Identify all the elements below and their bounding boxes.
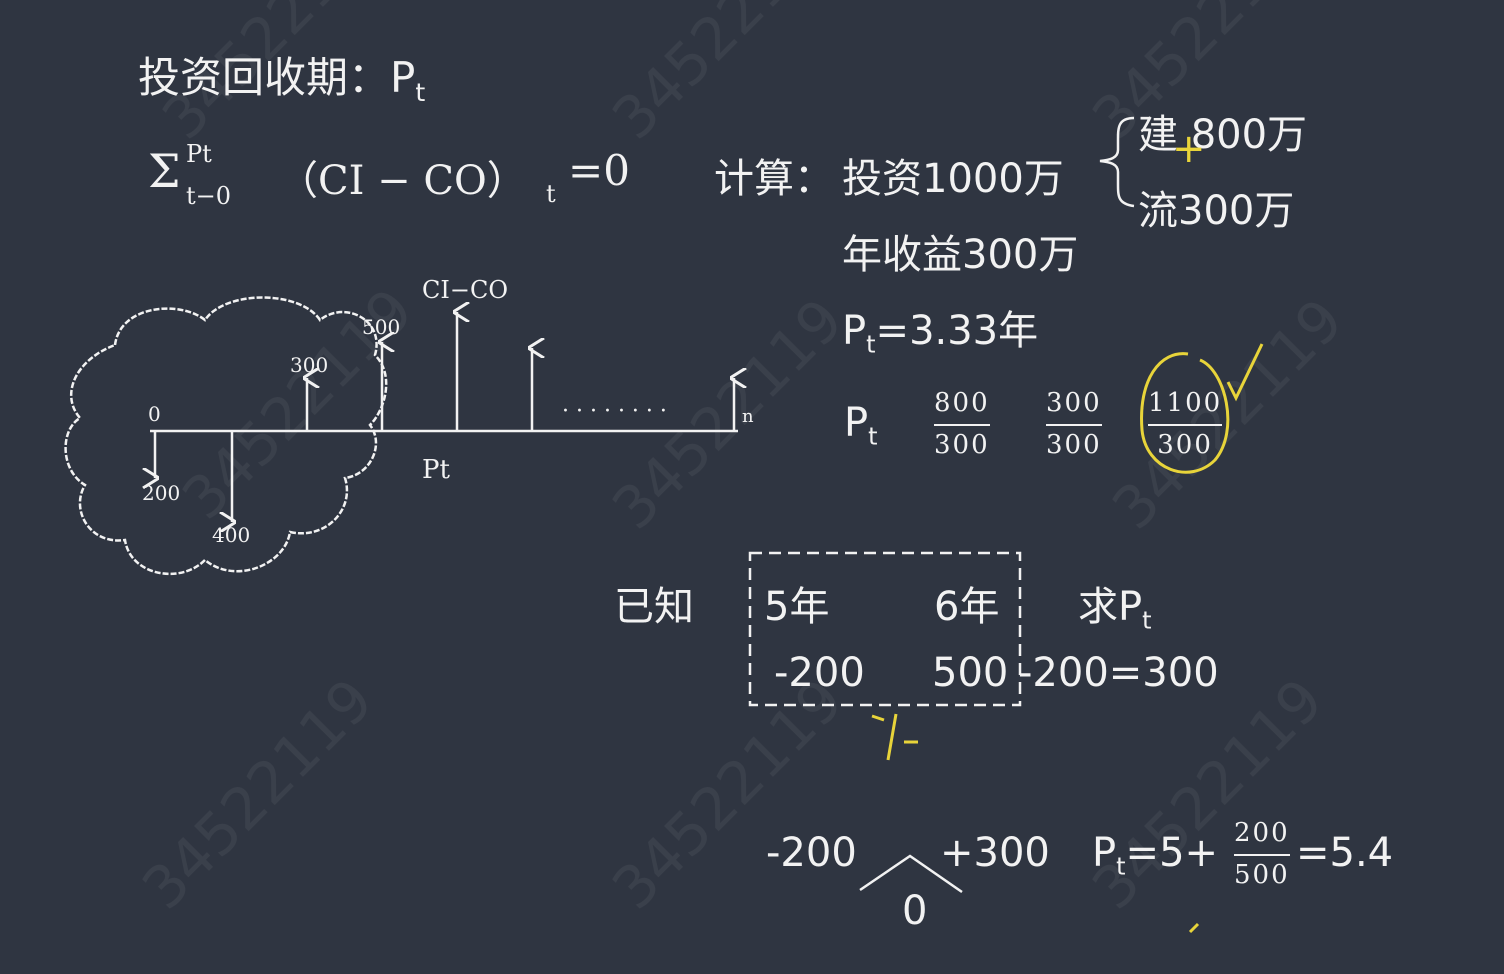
- watermark: 34522119: [599, 285, 857, 543]
- bottom-fraction: 200 500: [1234, 818, 1290, 890]
- bottom-left: -200: [766, 830, 857, 876]
- cashflow-dots: · · · · · · · ·: [562, 399, 667, 424]
- known-year5: 5年: [764, 584, 830, 630]
- watermark: 34522119: [129, 665, 387, 923]
- fraction-3: 1100 300: [1148, 388, 1223, 460]
- known-ask: 求Pt: [1078, 584, 1152, 635]
- calc-pt: Pt=3.33年: [842, 308, 1039, 359]
- page-title: 投资回收期：Pt: [138, 53, 426, 107]
- calc-invest: 投资1000万: [842, 156, 1064, 202]
- brace-top: 建 800万: [1138, 112, 1308, 158]
- known-label: 已知: [614, 584, 694, 630]
- watermark: 34522119: [599, 0, 857, 153]
- watermark: 34522119: [169, 275, 427, 533]
- brace-bottom: 流300万: [1138, 188, 1295, 234]
- watermark: 34522119: [1079, 665, 1337, 923]
- formula-sub: t: [546, 180, 556, 208]
- known-tail: -200=300: [1018, 650, 1219, 696]
- fraction-1: 800 300: [934, 388, 990, 460]
- bottom-zero: 0: [902, 888, 928, 934]
- cashflow-label-pt: Pt: [422, 455, 450, 485]
- sigma-upper: Pt: [186, 140, 212, 168]
- plus-mark: +: [1172, 126, 1206, 172]
- watermark: 34522119: [599, 665, 857, 923]
- yellow-mark: [871, 713, 918, 761]
- sigma-symbol: Σ: [148, 144, 181, 198]
- formula-equals: =0: [568, 146, 630, 195]
- bottom-right: +300: [940, 830, 1050, 876]
- sigma-lower: t−0: [186, 182, 232, 210]
- calc-annual: 年收益300万: [842, 232, 1079, 278]
- cashflow-label-0: 0: [148, 402, 161, 426]
- known-val5: -200: [774, 650, 865, 696]
- fraction-row-label: Pt: [844, 400, 878, 451]
- known-year6: 6年: [934, 584, 1000, 630]
- yellow-tick: [1188, 922, 1200, 934]
- formula-body: （CI − CO）: [278, 158, 527, 204]
- bottom-result: =5.4: [1296, 830, 1394, 876]
- watermark: 34522119: [1099, 285, 1357, 543]
- formula: Σ Pt t−0 （CI − CO） t =0: [148, 140, 648, 220]
- cashflow-label-ci-co: CI−CO: [422, 276, 508, 304]
- calc-label: 计算：: [714, 156, 834, 202]
- fraction-2: 300 300: [1046, 388, 1102, 460]
- bottom-pt: Pt=5+: [1092, 830, 1219, 881]
- known-val6: 500: [932, 650, 1009, 696]
